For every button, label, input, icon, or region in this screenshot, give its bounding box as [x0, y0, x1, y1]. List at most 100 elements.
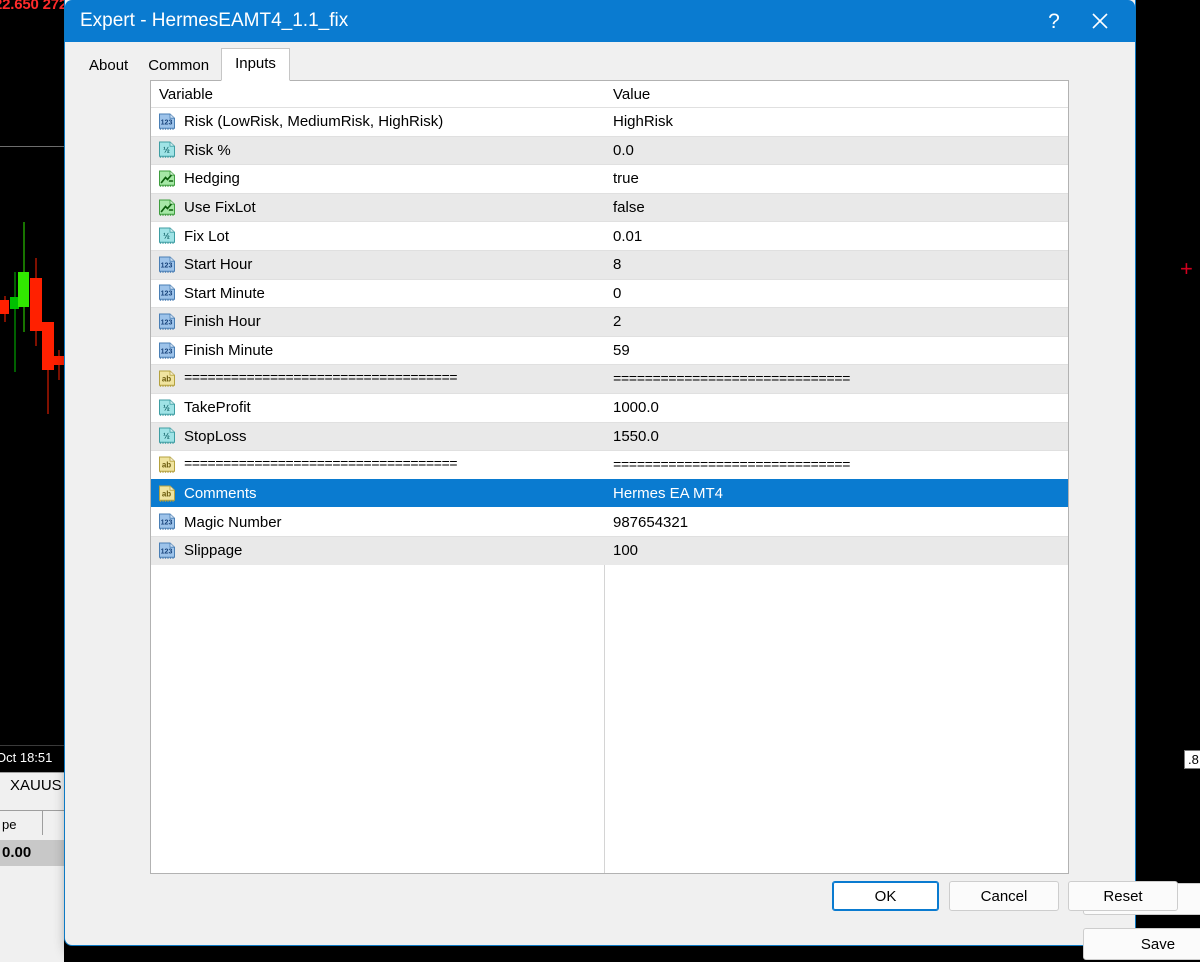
variable-cell[interactable]: ½ TakeProfit [151, 399, 604, 417]
value-text: 8 [613, 256, 621, 273]
svg-text:123: 123 [161, 520, 173, 527]
variable-name: Finish Hour [184, 313, 261, 330]
variable-name: Finish Minute [184, 342, 273, 359]
chart-horizontal-line [0, 146, 64, 147]
value-cell[interactable]: 100 [604, 542, 1068, 559]
table-row[interactable]: ½StopLoss1550.0 [151, 422, 1068, 451]
variable-cell[interactable]: 123Risk (LowRisk, MediumRisk, HighRisk) [151, 113, 604, 131]
value-cell[interactable]: HighRisk [604, 113, 1068, 130]
table-row[interactable]: ab======================================… [151, 364, 1068, 393]
table-row[interactable]: 123 Finish Minute 59 [151, 336, 1068, 365]
table-row[interactable]: Use FixLot false [151, 193, 1068, 222]
column-header-variable[interactable]: Variable [151, 86, 604, 103]
table-row[interactable]: Hedgingtrue [151, 164, 1068, 193]
panel-row-value: 0.00 [0, 840, 66, 866]
value-cell[interactable]: 0.0 [604, 142, 1068, 159]
table-row[interactable]: 123 Slippage 100 [151, 536, 1068, 565]
value-cell[interactable]: 0.01 [604, 228, 1068, 245]
dialog-body: VariableValue123Risk (LowRisk, MediumRis… [65, 80, 1135, 881]
dialog-titlebar[interactable]: Expert - HermesEAMT4_1.1_fix ? [65, 0, 1135, 42]
chart-divider [0, 745, 64, 746]
svg-text:½: ½ [163, 232, 170, 241]
variable-cell[interactable]: 123 Finish Minute [151, 342, 604, 360]
cancel-button[interactable]: Cancel [949, 881, 1059, 911]
value-text: Hermes EA MT4 [613, 485, 723, 502]
close-button[interactable] [1077, 0, 1123, 42]
string-type-icon: ab [158, 485, 177, 503]
tab-inputs[interactable]: Inputs [221, 48, 290, 81]
value-cell[interactable]: ============================== [604, 370, 1068, 388]
table-row[interactable]: ½Risk % 0.0 [151, 136, 1068, 165]
variable-cell[interactable]: ½Fix Lot [151, 227, 604, 245]
svg-text:123: 123 [161, 119, 173, 126]
value-cell[interactable]: ============================== [604, 456, 1068, 474]
table-row[interactable]: abComments Hermes EA MT4 [151, 479, 1068, 508]
table-row[interactable]: 123Risk (LowRisk, MediumRisk, HighRisk)H… [151, 107, 1068, 136]
value-cell[interactable]: true [604, 170, 1068, 187]
inputs-grid[interactable]: VariableValue123Risk (LowRisk, MediumRis… [150, 80, 1069, 874]
variable-cell[interactable]: 123Start Hour [151, 256, 604, 274]
variable-cell[interactable]: abComments [151, 485, 604, 503]
variable-name: Slippage [184, 542, 242, 559]
dialog-title: Expert - HermesEAMT4_1.1_fix [80, 10, 348, 32]
int-type-icon: 123 [158, 313, 177, 331]
table-row[interactable]: 123Start Minute0 [151, 279, 1068, 308]
value-cell[interactable]: 8 [604, 256, 1068, 273]
help-button[interactable]: ? [1031, 0, 1077, 42]
variable-name: Use FixLot [184, 199, 256, 216]
variable-cell[interactable]: ab=================================== [151, 456, 604, 474]
variable-cell[interactable]: 123 Slippage [151, 542, 604, 560]
value-text: 59 [613, 342, 630, 359]
variable-cell[interactable]: ½StopLoss [151, 427, 604, 445]
crosshair-icon: + [1180, 258, 1193, 280]
column-header-value[interactable]: Value [604, 86, 1068, 103]
panel-column-header: pe [2, 817, 16, 832]
variable-cell[interactable]: ab=================================== [151, 370, 604, 388]
value-cell[interactable]: 1000.0 [604, 399, 1068, 416]
variable-cell[interactable]: 123Start Minute [151, 284, 604, 302]
tab-common[interactable]: Common [138, 52, 219, 80]
table-row[interactable]: ab======================================… [151, 450, 1068, 479]
value-cell[interactable]: false [604, 199, 1068, 216]
symbol-label: XAUUS [10, 777, 62, 794]
market-watch-panel [0, 772, 64, 962]
variable-cell[interactable]: Hedging [151, 170, 604, 188]
table-row[interactable]: ½Fix Lot0.01 [151, 221, 1068, 250]
variable-cell[interactable]: 123Magic Number [151, 513, 604, 531]
variable-cell[interactable]: Use FixLot [151, 199, 604, 217]
table-row[interactable]: 123Start Hour 8 [151, 250, 1068, 279]
int-type-icon: 123 [158, 342, 177, 360]
value-text: 2 [613, 313, 621, 330]
variable-name: StopLoss [184, 428, 247, 445]
table-row[interactable]: 123 Finish Hour 2 [151, 307, 1068, 336]
value-cell[interactable]: 2 [604, 313, 1068, 330]
chart-price-label: 22.650 272 [0, 0, 67, 13]
variable-cell[interactable]: ½Risk % [151, 141, 604, 159]
candle-wick [14, 272, 15, 372]
svg-text:123: 123 [161, 262, 173, 269]
int-type-icon: 123 [158, 256, 177, 274]
svg-text:123: 123 [161, 348, 173, 355]
value-cell[interactable]: 0 [604, 285, 1068, 302]
ok-button[interactable]: OK [832, 881, 939, 911]
tab-label: Common [148, 57, 209, 74]
value-text: 987654321 [613, 514, 688, 531]
grid-header-row: VariableValue [151, 81, 1068, 107]
value-text: 0.0 [613, 142, 634, 159]
tab-about[interactable]: About [79, 52, 138, 80]
value-text: 100 [613, 542, 638, 559]
value-cell[interactable]: 987654321 [604, 514, 1068, 531]
int-type-icon: 123 [158, 513, 177, 531]
table-row[interactable]: ½ TakeProfit 1000.0 [151, 393, 1068, 422]
double-type-icon: ½ [158, 399, 177, 417]
candle-body [18, 272, 29, 307]
value-cell[interactable]: 59 [604, 342, 1068, 359]
int-type-icon: 123 [158, 542, 177, 560]
value-cell[interactable]: 1550.0 [604, 428, 1068, 445]
reset-button[interactable]: Reset [1068, 881, 1178, 911]
variable-name: TakeProfit [184, 399, 251, 416]
string-type-icon: ab [158, 456, 177, 474]
variable-cell[interactable]: 123 Finish Hour [151, 313, 604, 331]
value-cell[interactable]: Hermes EA MT4 [604, 485, 1068, 502]
table-row[interactable]: 123Magic Number 987654321 [151, 507, 1068, 536]
